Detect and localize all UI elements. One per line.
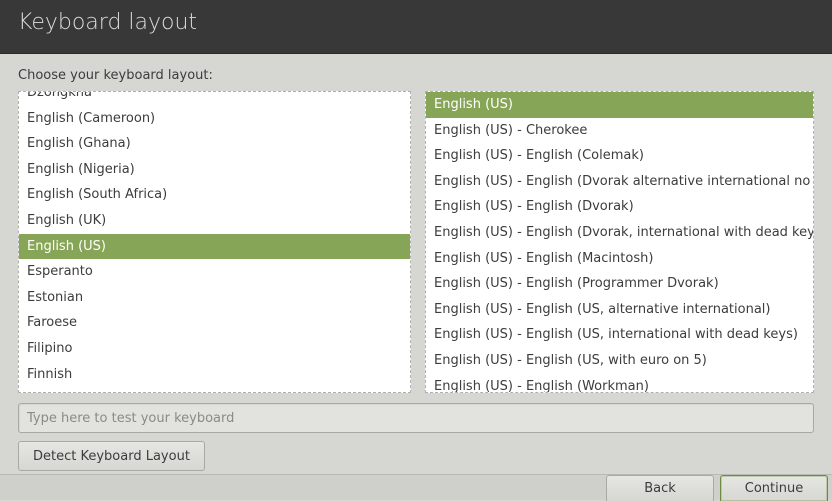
list-item[interactable]: Dzongkha — [19, 91, 410, 106]
list-item[interactable]: English (US) - English (Workman) — [426, 374, 813, 393]
list-item[interactable]: English (UK) — [19, 208, 410, 234]
list-item[interactable]: English (US) - English (US, alternative … — [426, 297, 813, 323]
continue-button[interactable]: Continue — [720, 475, 828, 501]
window-title: Keyboard layout — [18, 10, 197, 35]
list-item[interactable]: English (US) — [426, 92, 813, 118]
footer-bar: Back Continue — [0, 474, 832, 500]
list-item[interactable]: English (US) — [19, 234, 410, 260]
instruction-label: Choose your keyboard layout: — [18, 68, 814, 83]
list-item[interactable]: English (Nigeria) — [19, 157, 410, 183]
list-item[interactable]: Faroese — [19, 310, 410, 336]
list-item[interactable]: English (Cameroon) — [19, 106, 410, 132]
window-titlebar: Keyboard layout — [0, 0, 832, 54]
list-item[interactable]: Finnish — [19, 362, 410, 388]
back-button[interactable]: Back — [606, 475, 714, 501]
list-item[interactable]: English (Ghana) — [19, 131, 410, 157]
list-item[interactable]: Estonian — [19, 285, 410, 311]
list-item[interactable]: English (US) - English (Programmer Dvora… — [426, 271, 813, 297]
list-item[interactable]: Filipino — [19, 336, 410, 362]
list-item[interactable]: English (US) - English (US, internationa… — [426, 322, 813, 348]
layout-list-right[interactable]: English (US)English (US) - CherokeeEngli… — [425, 91, 814, 393]
detect-keyboard-button[interactable]: Detect Keyboard Layout — [18, 441, 205, 471]
main-content: Choose your keyboard layout: DzongkhaEng… — [0, 54, 832, 471]
list-item[interactable]: English (US) - English (Dvorak, internat… — [426, 220, 813, 246]
keyboard-test-input[interactable] — [18, 403, 814, 433]
list-item[interactable]: French — [19, 387, 410, 393]
layout-lists: DzongkhaEnglish (Cameroon)English (Ghana… — [18, 91, 814, 393]
list-item[interactable]: English (US) - English (Macintosh) — [426, 246, 813, 272]
list-item[interactable]: English (US) - English (Dvorak) — [426, 194, 813, 220]
list-item[interactable]: English (South Africa) — [19, 182, 410, 208]
list-item[interactable]: English (US) - English (US, with euro on… — [426, 348, 813, 374]
list-item[interactable]: Esperanto — [19, 259, 410, 285]
list-item[interactable]: English (US) - English (Dvorak alternati… — [426, 169, 813, 195]
list-item[interactable]: English (US) - English (Colemak) — [426, 143, 813, 169]
layout-list-left[interactable]: DzongkhaEnglish (Cameroon)English (Ghana… — [18, 91, 411, 393]
list-item[interactable]: English (US) - Cherokee — [426, 118, 813, 144]
